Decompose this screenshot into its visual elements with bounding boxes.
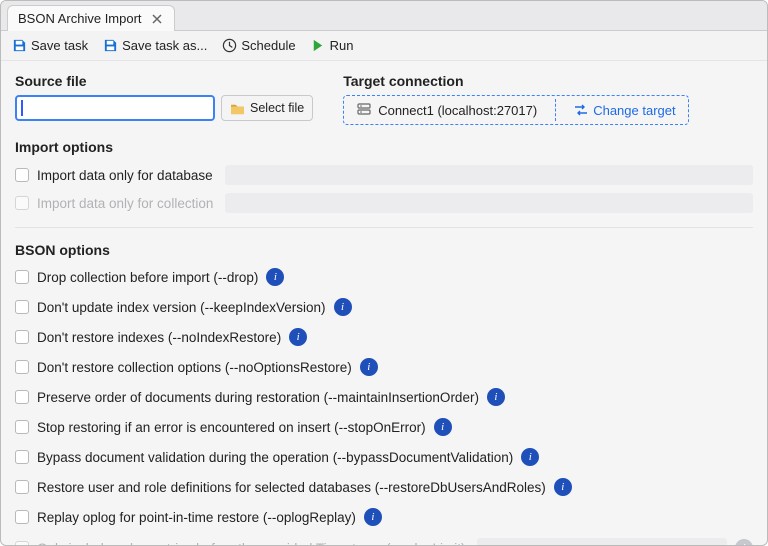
target-connection-label: Target connection (343, 73, 688, 89)
restore-db-users-and-roles-row: Restore user and role definitions for se… (15, 474, 753, 500)
maintain-insertion-order-checkbox[interactable] (15, 390, 29, 404)
info-icon[interactable]: i (487, 388, 505, 406)
source-file-label: Source file (15, 73, 313, 89)
oplog-replay-row: Replay oplog for point-in-time restore (… (15, 504, 753, 530)
restore-db-users-and-roles-checkbox[interactable] (15, 480, 29, 494)
save-task-label: Save task (31, 38, 88, 53)
run-button[interactable]: Run (310, 38, 354, 54)
import-collection-row: Import data only for collection (15, 189, 753, 217)
folder-icon (230, 102, 245, 115)
restore-db-users-and-roles-label: Restore user and role definitions for se… (37, 480, 546, 495)
tab-bson-archive-import[interactable]: BSON Archive Import (7, 5, 175, 31)
info-icon[interactable]: i (266, 268, 284, 286)
server-icon (356, 102, 372, 118)
info-icon[interactable]: i (434, 418, 452, 436)
target-connection-text: Connect1 (localhost:27017) (378, 103, 537, 118)
import-collection-checkbox (15, 196, 29, 210)
import-db-input[interactable] (225, 165, 753, 185)
save-task-as-label: Save task as... (122, 38, 207, 53)
maintain-insertion-order-label: Preserve order of documents during resto… (37, 390, 479, 405)
info-icon[interactable]: i (334, 298, 352, 316)
bypass-document-validation-label: Bypass document validation during the op… (37, 450, 513, 465)
oplog-limit-checkbox (15, 541, 29, 545)
play-icon (310, 38, 326, 54)
import-options-heading: Import options (15, 139, 753, 155)
content-area: Source file Select file Target connectio… (1, 61, 767, 545)
info-icon[interactable]: i (554, 478, 572, 496)
select-file-button[interactable]: Select file (221, 95, 313, 121)
oplog-limit-input (477, 538, 727, 545)
drop-label: Drop collection before import (--drop) (37, 270, 258, 285)
app-window: BSON Archive Import Save task Save task … (0, 0, 768, 546)
target-connection-box: Connect1 (localhost:27017) Change target (343, 95, 688, 125)
info-icon: i (735, 539, 753, 545)
top-row: Source file Select file Target connectio… (15, 73, 753, 125)
maintain-insertion-order-row: Preserve order of documents during resto… (15, 384, 753, 410)
drop-row: Drop collection before import (--drop) i (15, 264, 753, 290)
run-label: Run (330, 38, 354, 53)
clock-icon (221, 38, 237, 54)
schedule-button[interactable]: Schedule (221, 38, 295, 54)
no-options-restore-row: Don't restore collection options (--noOp… (15, 354, 753, 380)
tab-bar: BSON Archive Import (1, 1, 767, 31)
target-connection-value: Connect1 (localhost:27017) (348, 102, 545, 118)
oplog-limit-label: Only include oplog entries before the pr… (37, 541, 465, 546)
no-index-restore-row: Don't restore indexes (--noIndexRestore)… (15, 324, 753, 350)
info-icon[interactable]: i (364, 508, 382, 526)
drop-checkbox[interactable] (15, 270, 29, 284)
source-file-input[interactable] (15, 95, 215, 121)
stop-on-error-checkbox[interactable] (15, 420, 29, 434)
import-db-checkbox[interactable] (15, 168, 29, 182)
import-collection-label: Import data only for collection (37, 196, 213, 211)
target-connection-block: Target connection Connect1 (localhost:27… (343, 73, 688, 125)
stop-on-error-row: Stop restoring if an error is encountere… (15, 414, 753, 440)
import-db-label: Import data only for database (37, 168, 213, 183)
no-options-restore-label: Don't restore collection options (--noOp… (37, 360, 352, 375)
info-icon[interactable]: i (521, 448, 539, 466)
no-options-restore-checkbox[interactable] (15, 360, 29, 374)
swap-icon (574, 104, 588, 116)
bypass-document-validation-row: Bypass document validation during the op… (15, 444, 753, 470)
save-task-as-button[interactable]: Save task as... (102, 38, 207, 54)
no-index-restore-checkbox[interactable] (15, 330, 29, 344)
oplog-replay-checkbox[interactable] (15, 510, 29, 524)
bson-options-heading: BSON options (15, 242, 753, 258)
stop-on-error-label: Stop restoring if an error is encountere… (37, 420, 426, 435)
change-target-label: Change target (593, 103, 675, 118)
tab-title: BSON Archive Import (18, 11, 142, 26)
schedule-label: Schedule (241, 38, 295, 53)
text-cursor (21, 100, 23, 116)
select-file-label: Select file (250, 101, 304, 115)
target-divider (555, 99, 556, 121)
oplog-limit-row: Only include oplog entries before the pr… (15, 534, 753, 545)
section-divider (15, 227, 753, 228)
import-db-row: Import data only for database (15, 161, 753, 189)
save-icon (11, 38, 27, 54)
save-task-button[interactable]: Save task (11, 38, 88, 54)
info-icon[interactable]: i (289, 328, 307, 346)
oplog-replay-label: Replay oplog for point-in-time restore (… (37, 510, 356, 525)
keep-index-version-checkbox[interactable] (15, 300, 29, 314)
keep-index-version-row: Don't update index version (--keepIndexV… (15, 294, 753, 320)
toolbar: Save task Save task as... Schedule Run (1, 31, 767, 61)
change-target-button[interactable]: Change target (566, 103, 683, 118)
no-index-restore-label: Don't restore indexes (--noIndexRestore) (37, 330, 281, 345)
info-icon[interactable]: i (360, 358, 378, 376)
bson-options-list: Drop collection before import (--drop) i… (15, 264, 753, 545)
bypass-document-validation-checkbox[interactable] (15, 450, 29, 464)
close-icon[interactable] (150, 12, 164, 26)
import-collection-input (225, 193, 753, 213)
save-as-icon (102, 38, 118, 54)
source-file-block: Source file Select file (15, 73, 313, 125)
keep-index-version-label: Don't update index version (--keepIndexV… (37, 300, 326, 315)
